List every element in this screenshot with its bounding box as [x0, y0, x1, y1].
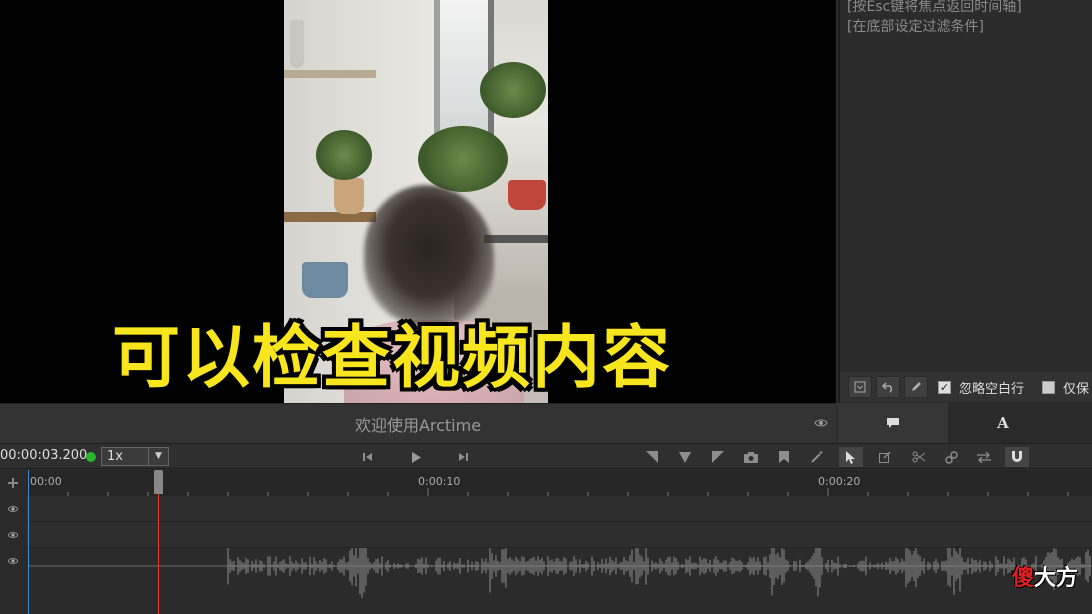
cut-tool-button[interactable]: [906, 447, 930, 467]
bookmark-button[interactable]: [772, 447, 796, 467]
eye-icon[interactable]: [0, 522, 26, 548]
speech-bubble-icon: [887, 418, 899, 428]
link-tool-button[interactable]: [939, 447, 963, 467]
next-button[interactable]: [451, 447, 475, 467]
keep-only-checkbox[interactable]: [1042, 380, 1056, 394]
mark-out-button[interactable]: [706, 447, 730, 467]
arctime-window: 可以检查视频内容 [按Esc键将焦点返回时间轴] [在底部设定过滤条件] ✓ 忽…: [0, 0, 1092, 614]
video-pot: [290, 20, 304, 68]
audio-waveform-track[interactable]: [0, 548, 1092, 614]
panel-tabs: A: [838, 403, 1092, 443]
cursor-arrow-icon: [846, 450, 855, 464]
magic-wand-icon: [811, 451, 823, 463]
mark-in-button[interactable]: [640, 447, 664, 467]
mark-out-icon: [712, 451, 724, 463]
video-pot: [302, 262, 348, 298]
swap-arrows-icon: [977, 451, 991, 463]
playback-speed-select[interactable]: 1x ▼: [101, 447, 169, 466]
keep-only-label: 仅保: [1063, 381, 1090, 397]
magnet-snap-button[interactable]: [1005, 447, 1029, 467]
tick-label: 00:00: [30, 475, 62, 488]
ruler-ticks: [28, 488, 1069, 496]
hint-line: [在底部设定过滤条件]: [847, 19, 984, 35]
font-icon: A: [997, 414, 1009, 432]
plus-icon: [8, 478, 18, 488]
chevron-down-icon: ▼: [148, 448, 168, 465]
mark-in-icon: [646, 451, 658, 463]
link-icon: [944, 450, 958, 464]
video-shelf-top: [284, 70, 376, 78]
panel-toolbar: ✓ 忽略空白行 仅保: [840, 372, 1092, 402]
tick-label: 0:00:10: [418, 475, 461, 488]
previous-button[interactable]: [356, 447, 380, 467]
subtitle-track[interactable]: [0, 522, 1092, 548]
tab-subtitles[interactable]: [838, 403, 948, 443]
video-preview[interactable]: 可以检查视频内容: [0, 0, 836, 403]
watermark-text: 大方: [1033, 566, 1078, 591]
watermark-char: 傻: [1011, 566, 1034, 591]
watermark-logo: 傻大方: [1012, 560, 1078, 592]
undo-button[interactable]: [876, 376, 900, 398]
tab-font[interactable]: A: [948, 403, 1058, 443]
timeline-start-marker: [28, 470, 29, 614]
ignore-empty-label: 忽略空白行: [959, 381, 1025, 397]
transport-bar: 00:00:03.200 1x ▼: [0, 443, 1092, 469]
edit-icon: [879, 451, 891, 463]
video-plant: [418, 126, 508, 192]
video-pot: [508, 180, 546, 210]
hint-line: [按Esc键将焦点返回时间轴]: [847, 0, 1022, 15]
mark-point-button[interactable]: [673, 447, 697, 467]
video-plant: [316, 130, 372, 180]
add-track-button[interactable]: [0, 470, 26, 496]
scissors-icon: [912, 451, 925, 463]
filter-menu-button[interactable]: [848, 376, 872, 398]
play-button[interactable]: [404, 447, 428, 467]
eye-icon[interactable]: [0, 548, 26, 574]
undo-icon: [881, 382, 892, 393]
subtitle-overlay: 可以检查视频内容: [112, 319, 673, 398]
triangle-down-icon: [679, 451, 691, 463]
status-indicator: [86, 452, 96, 462]
select-tool-button[interactable]: [839, 447, 863, 467]
bookmark-icon: [779, 451, 789, 463]
subtitle-list-panel[interactable]: [按Esc键将焦点返回时间轴] [在底部设定过滤条件] ✓ 忽略空白行 仅保: [838, 0, 1092, 403]
skip-forward-icon: [459, 453, 468, 461]
camera-icon: [744, 451, 758, 463]
swap-tool-button[interactable]: [972, 447, 996, 467]
skip-back-icon: [363, 453, 372, 461]
timeline-ruler[interactable]: 00:00 0:00:10 0:00:20: [0, 470, 1092, 496]
eye-icon[interactable]: [0, 496, 26, 522]
video-pot: [334, 178, 364, 214]
snapshot-button[interactable]: [739, 447, 763, 467]
playhead-handle[interactable]: [154, 470, 163, 494]
eye-icon[interactable]: [814, 417, 828, 432]
video-rail: [484, 235, 548, 243]
project-title: 欢迎使用Arctime: [354, 415, 482, 435]
timecode-display: 00:00:03.200: [0, 448, 88, 463]
timeline-tracks[interactable]: [0, 496, 1092, 614]
dropdown-box-icon: [854, 381, 866, 393]
video-plant: [480, 62, 546, 118]
pencil-icon: [912, 382, 921, 391]
speed-value: 1x: [107, 449, 123, 464]
magic-button[interactable]: [805, 447, 829, 467]
video-shelf: [284, 212, 376, 222]
project-title-bar: 欢迎使用Arctime: [0, 403, 836, 443]
magnet-icon: [1012, 451, 1022, 462]
audio-waveform: [28, 548, 1092, 598]
edit-button[interactable]: [904, 376, 928, 398]
tick-label: 0:00:20: [818, 475, 861, 488]
play-icon: [412, 451, 421, 463]
edit-tool-button[interactable]: [873, 447, 897, 467]
subtitle-track[interactable]: [0, 496, 1092, 522]
ignore-empty-checkbox[interactable]: ✓: [938, 380, 951, 394]
